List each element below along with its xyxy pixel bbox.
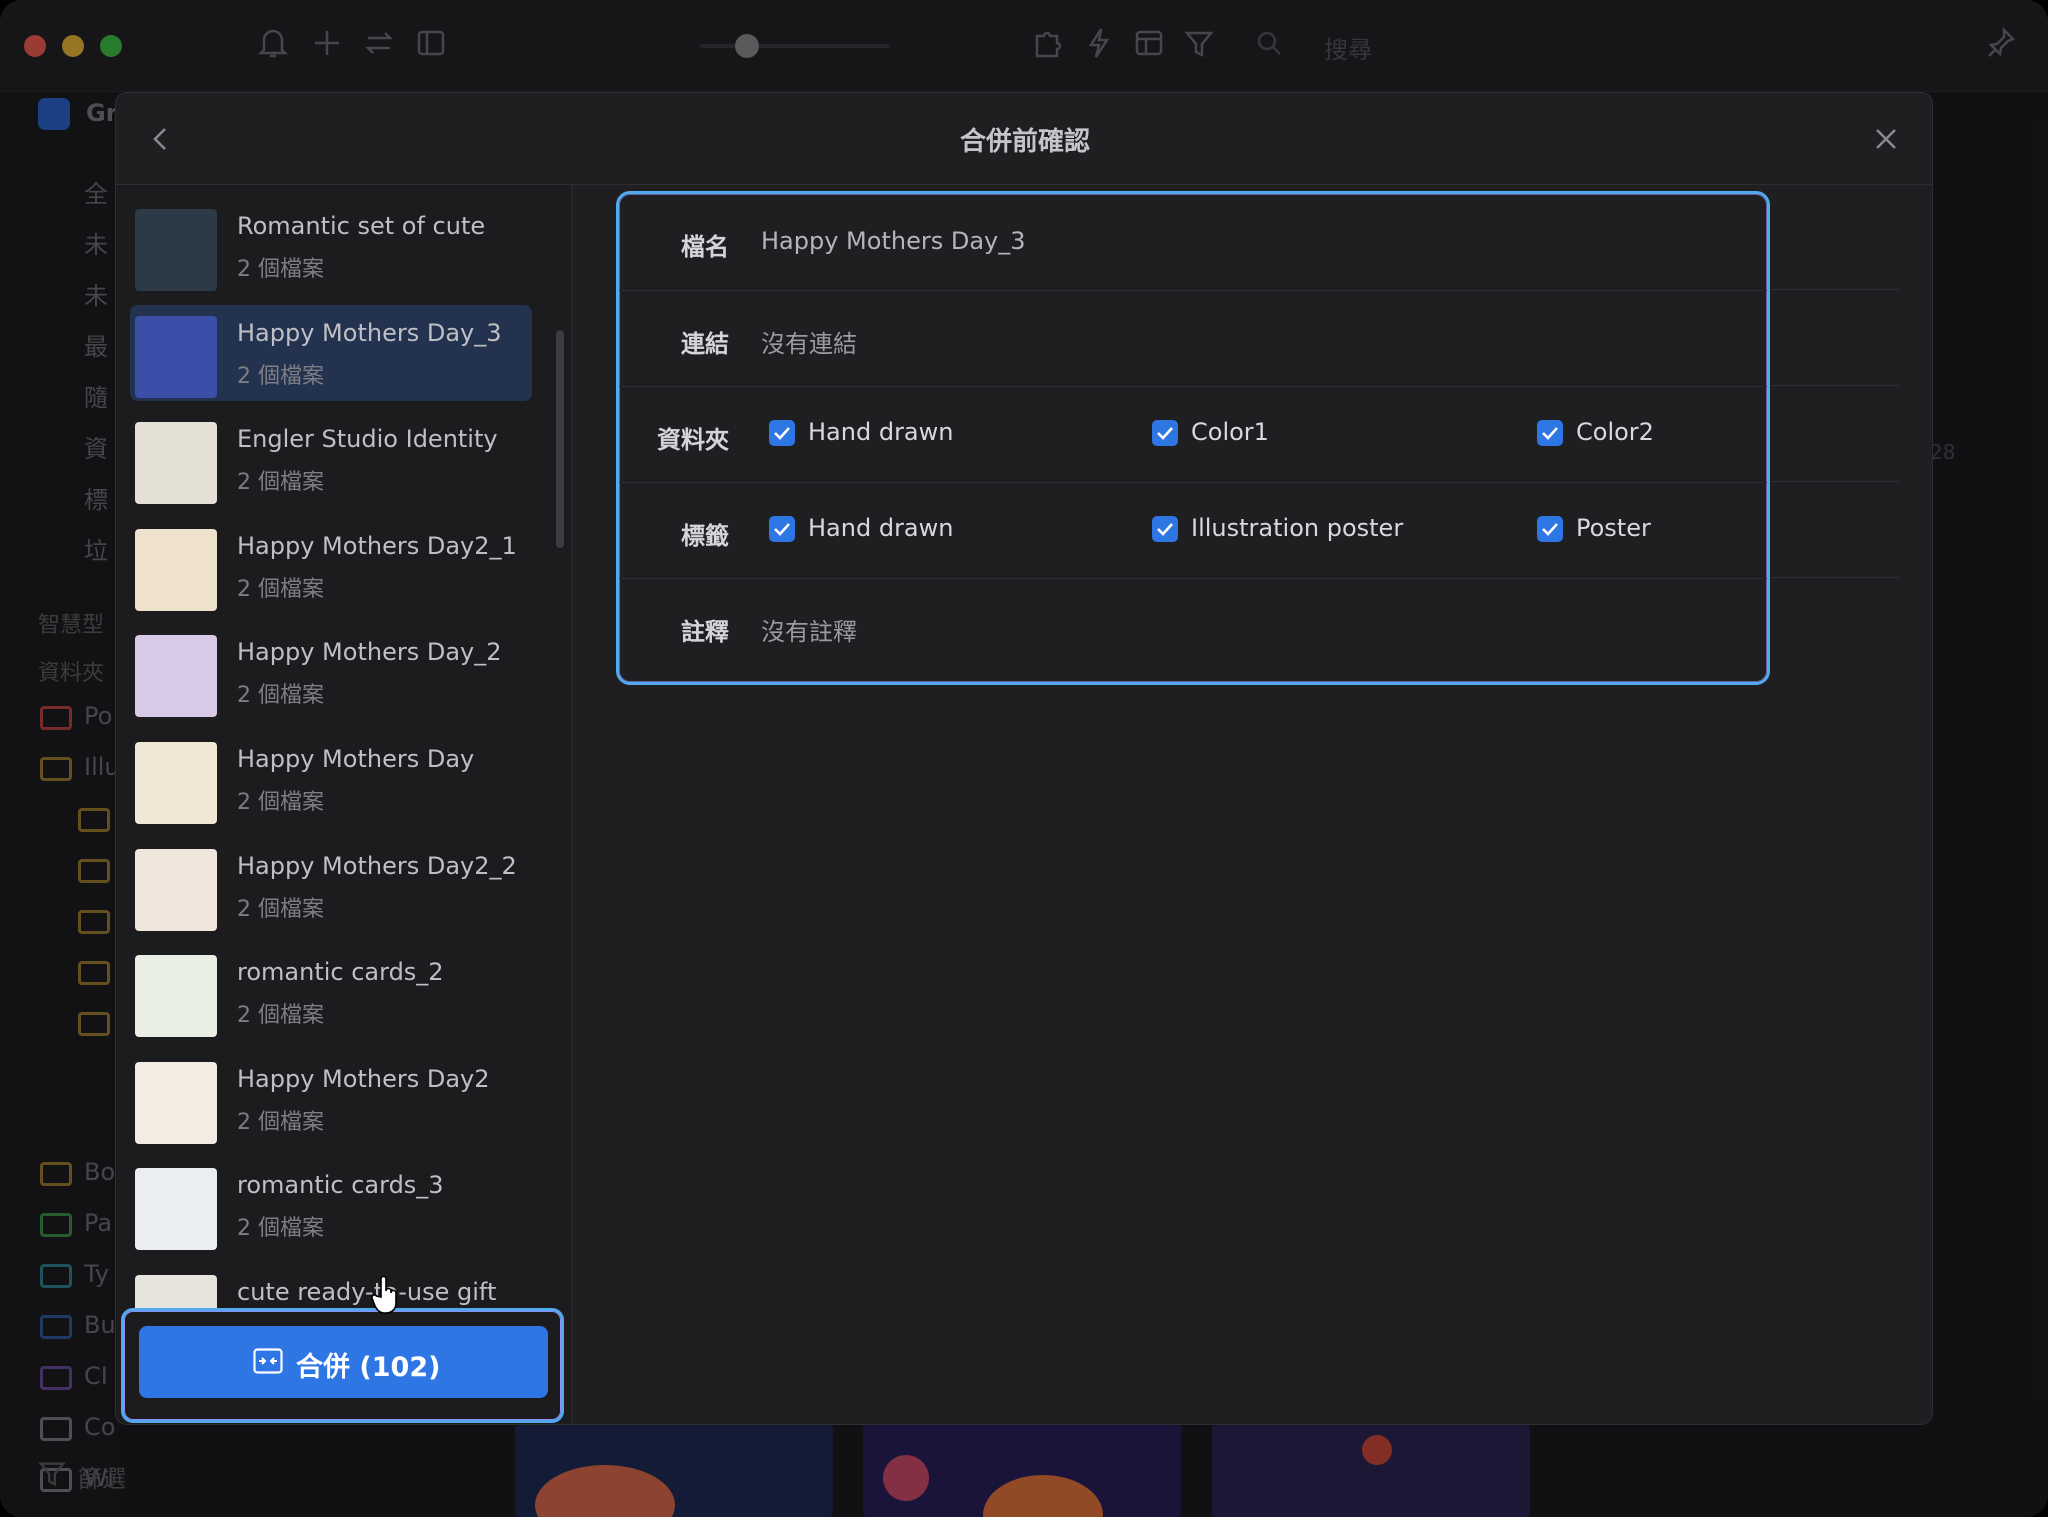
checkbox-checked-icon <box>769 420 795 446</box>
thumbnail-image <box>135 528 217 611</box>
list-scrollbar[interactable] <box>556 330 564 548</box>
merge-icon <box>253 1348 283 1374</box>
note-label: 註釋 <box>681 618 729 646</box>
merge-button-label: 合併 (102) <box>296 1352 441 1383</box>
thumbnail-image <box>135 848 217 931</box>
dialog-header: 合併前確認 <box>116 93 1932 185</box>
thumbnail-image <box>135 1168 217 1251</box>
list-item[interactable]: Engler Studio Identity 2 個檔案 <box>130 411 532 507</box>
list-item-title: Happy Mothers Day_2 <box>237 638 502 667</box>
list-item-count: 2 個檔案 <box>237 683 324 709</box>
thumbnail-image <box>135 635 217 718</box>
tag-checkbox-label: Illustration poster <box>1191 514 1404 542</box>
note-value: 沒有註釋 <box>761 618 857 646</box>
row-divider <box>1770 481 1900 482</box>
list-item-title: Engler Studio Identity <box>237 425 498 454</box>
folder-row: 資料夾 Hand drawn Color1 Color2 <box>619 386 1767 482</box>
list-item-title: romantic cards_3 <box>237 1171 444 1200</box>
list-item-title: romantic cards_2 <box>237 958 444 987</box>
filename-row: 檔名 Happy Mothers Day_3 <box>619 194 1767 290</box>
row-divider <box>1770 289 1900 290</box>
list-item[interactable]: Romantic set of cute 2 個檔案 <box>130 198 532 294</box>
thumbnail-image <box>135 742 217 824</box>
checkbox-checked-icon <box>769 516 795 542</box>
list-item-count: 2 個檔案 <box>237 1109 324 1135</box>
thumbnail-image <box>135 955 217 1038</box>
list-item[interactable]: Happy Mothers Day_2 2 個檔案 <box>130 624 532 720</box>
close-button[interactable] <box>1868 121 1904 157</box>
checkbox-checked-icon <box>1537 420 1563 446</box>
merge-confirm-dialog: 合併前確認 Romantic set of cute 2 個檔案 Happy Mot… <box>115 92 1933 1425</box>
merge-button-focus-ring: 合併 (102) <box>121 1308 564 1423</box>
folder-checkbox-label: Color1 <box>1191 418 1269 446</box>
list-item[interactable]: Happy Mothers Day2_1 2 個檔案 <box>130 518 532 614</box>
list-item-count: 2 個檔案 <box>237 790 324 815</box>
list-item[interactable]: romantic cards_3 2 個檔案 <box>130 1157 532 1253</box>
list-item-count: 2 個檔案 <box>237 1216 324 1242</box>
thumbnail-image <box>135 315 217 398</box>
list-item-count: 2 個檔案 <box>237 470 324 496</box>
tags-row: 標籤 Hand drawn Illustration poster Poster <box>619 482 1767 578</box>
hand-pointer-cursor-icon <box>371 1275 397 1314</box>
folder-label: 資料夾 <box>657 426 729 454</box>
list-item-count: 2 個檔案 <box>237 257 324 282</box>
folder-checkbox-label: Color2 <box>1576 418 1654 446</box>
list-item[interactable]: romantic cards_2 2 個檔案 <box>130 944 532 1040</box>
tags-label: 標籤 <box>681 522 729 550</box>
filename-label: 檔名 <box>681 233 729 261</box>
list-item-title: Romantic set of cute <box>237 212 486 240</box>
thumbnail-image <box>135 1061 217 1144</box>
list-item[interactable]: Happy Mothers Day2_2 2 個檔案 <box>130 838 532 934</box>
list-item-count: 2 個檔案 <box>237 1003 324 1029</box>
list-item-count: 2 個檔案 <box>237 896 324 922</box>
checkbox-checked-icon <box>1152 516 1178 542</box>
thumbnail-image <box>135 209 217 291</box>
link-label: 連結 <box>681 330 729 358</box>
checkbox-checked-icon <box>1537 516 1563 542</box>
list-item-title: Happy Mothers Day2 <box>237 1064 490 1093</box>
list-item[interactable]: Happy Mothers Day2 2 個檔案 <box>130 1051 532 1147</box>
list-item-title: Happy Mothers Day_3 <box>237 318 502 347</box>
link-value: 沒有連結 <box>761 330 857 358</box>
list-item[interactable]: Happy Mothers Day 2 個檔案 <box>130 731 532 827</box>
list-item[interactable]: Happy Mothers Day_3 2 個檔案 <box>130 304 532 401</box>
filename-value[interactable]: Happy Mothers Day_3 <box>761 227 1026 255</box>
note-row: 註釋 沒有註釋 <box>619 578 1767 674</box>
row-divider <box>1770 577 1900 578</box>
list-item-count: 2 個檔案 <box>237 363 324 389</box>
list-item-title: cute ready-to-use gift <box>237 1278 497 1307</box>
list-item-count: 2 個檔案 <box>237 576 324 602</box>
folder-checkbox-label: Hand drawn <box>808 418 954 446</box>
row-divider <box>1770 385 1900 386</box>
merge-button[interactable]: 合併 (102) <box>139 1326 548 1398</box>
dialog-title: 合併前確認 <box>959 127 1090 157</box>
thumbnail-image <box>135 422 217 505</box>
list-item-title: Happy Mothers Day2_1 <box>237 531 517 560</box>
checkbox-checked-icon <box>1152 420 1178 446</box>
tag-checkbox-label: Poster <box>1576 514 1651 542</box>
link-row: 連結 沒有連結 <box>619 290 1767 386</box>
close-icon <box>1876 129 1896 149</box>
list-item-title: Happy Mothers Day <box>237 745 475 773</box>
merge-detail-panel: 檔名 Happy Mothers Day_3 連結 沒有連結 資料夾 Hand … <box>616 191 1770 685</box>
tag-checkbox-label: Hand drawn <box>808 514 954 542</box>
list-item-title: Happy Mothers Day2_2 <box>237 851 517 880</box>
